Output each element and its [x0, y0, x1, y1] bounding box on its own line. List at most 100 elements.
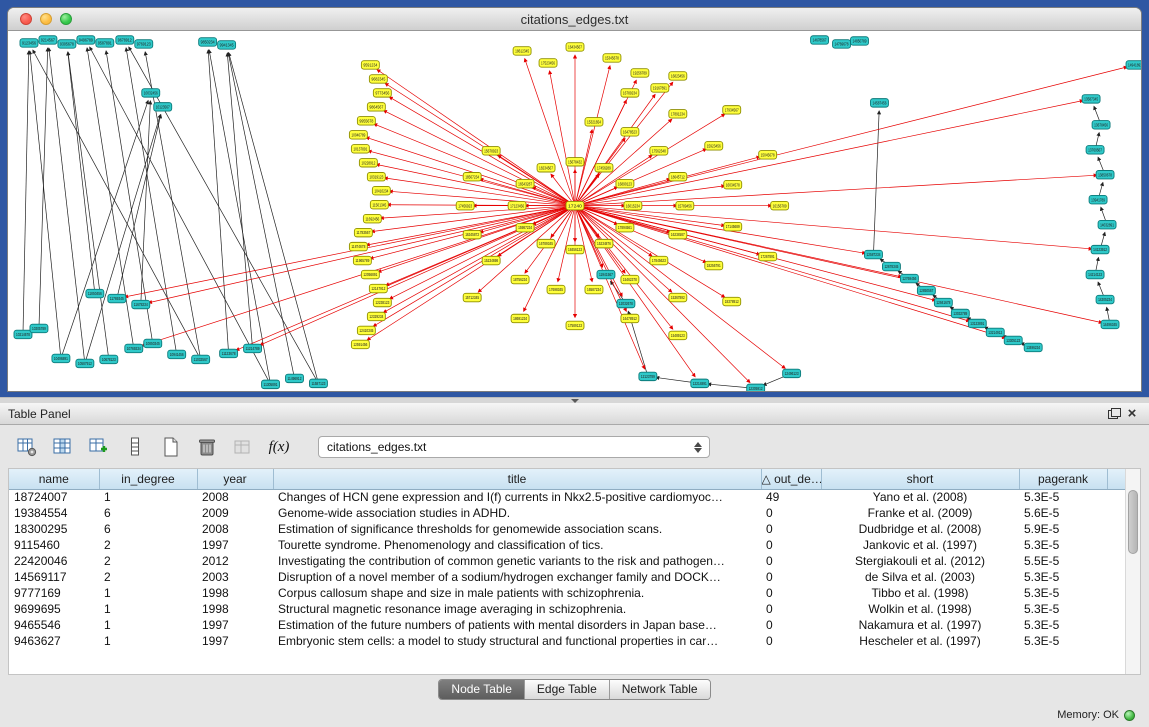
graph-node[interactable]: 12238123: [373, 298, 391, 306]
table-row[interactable]: 977716911998Corpus callosum shape and si…: [9, 585, 1125, 601]
graph-node[interactable]: 11214789: [244, 344, 262, 352]
graph-node[interactable]: 10319123: [367, 172, 385, 180]
graph-node[interactable]: 16890123: [616, 179, 634, 187]
graph-node[interactable]: 10137891: [351, 145, 369, 153]
graph-node[interactable]: 14678567: [811, 36, 829, 44]
graph-node[interactable]: 10587912: [76, 359, 94, 367]
graph-node[interactable]: 16587234: [585, 285, 603, 293]
table-row[interactable]: 911546021997Tourette syndrome. Phenomeno…: [9, 537, 1125, 553]
graph-node[interactable]: 11874678: [349, 242, 367, 250]
graph-node[interactable]: 15678923: [482, 147, 500, 155]
table-row[interactable]: 1872400712008Changes of HCN gene express…: [9, 489, 1125, 505]
graph-node[interactable]: 16823456: [669, 72, 687, 80]
graph-node[interactable]: 11678234: [132, 300, 150, 308]
graph-node[interactable]: 10850345: [144, 339, 162, 347]
graph-node[interactable]: 17145689: [724, 222, 742, 230]
graph-node[interactable]: 9773456: [373, 89, 391, 97]
graph-node[interactable]: 10496891: [52, 354, 70, 362]
graph-node[interactable]: 18234567: [537, 164, 555, 172]
tab-node-table[interactable]: Node Table: [439, 680, 524, 699]
import-table-icon[interactable]: [230, 434, 256, 460]
graph-node[interactable]: 13123891: [968, 319, 986, 327]
function-builder-icon[interactable]: f(x): [266, 434, 292, 460]
graph-node[interactable]: 15234876: [595, 239, 613, 247]
graph-node[interactable]: 13214912: [986, 328, 1004, 336]
graph-node[interactable]: 15987234: [516, 223, 534, 231]
delete-table-icon[interactable]: [194, 434, 220, 460]
graph-node[interactable]: 16345872: [463, 230, 481, 238]
network-window-titlebar[interactable]: citations_edges.txt: [8, 8, 1141, 31]
table-row[interactable]: 2242004622012Investigating the contribut…: [9, 553, 1125, 569]
graph-node[interactable]: 9864567: [367, 103, 385, 111]
graph-node[interactable]: 12591456: [351, 340, 369, 348]
graph-node[interactable]: 16543287: [516, 179, 534, 187]
column-header-in-degree[interactable]: in_degree: [99, 469, 197, 489]
graph-node[interactable]: 9123456: [20, 39, 38, 47]
table-row[interactable]: 1830029562008Estimation of significance …: [9, 521, 1125, 537]
graph-node[interactable]: 10410234: [372, 186, 390, 194]
graph-node[interactable]: 18567234: [463, 172, 481, 180]
graph-node[interactable]: 15712345: [463, 293, 481, 301]
graph-node[interactable]: 9496789: [77, 36, 95, 44]
graph-node[interactable]: 13941789: [1089, 195, 1107, 203]
graph-node[interactable]: 15345678: [603, 54, 621, 62]
network-canvas[interactable]: 9123456921456793056789496789958789196789…: [8, 31, 1141, 392]
graph-node[interactable]: 17589123: [566, 321, 584, 329]
graph-node[interactable]: 11965789: [353, 256, 371, 264]
graph-node[interactable]: 12496123: [783, 369, 801, 377]
show-columns-icon[interactable]: [50, 434, 76, 460]
graph-node[interactable]: 9678912: [116, 36, 134, 44]
graph-node[interactable]: 12410345: [357, 326, 375, 334]
graph-node[interactable]: 18378912: [723, 297, 741, 305]
graph-node[interactable]: 17562348: [650, 147, 668, 155]
create-column-icon[interactable]: [86, 434, 112, 460]
graph-node[interactable]: 19167891: [651, 84, 669, 92]
graph-node[interactable]: 11496912: [286, 374, 304, 382]
row-tools-icon[interactable]: [122, 434, 148, 460]
graph-node[interactable]: 16478523: [621, 128, 639, 136]
table-scrollbar[interactable]: [1125, 469, 1140, 674]
graph-node[interactable]: 17523456: [539, 59, 557, 67]
graph-node[interactable]: 16156789: [771, 201, 789, 209]
table-row[interactable]: 946554611997Estimation of the future num…: [9, 617, 1125, 633]
graph-node[interactable]: 12678345: [882, 262, 900, 270]
graph-node[interactable]: 12032678: [617, 299, 635, 307]
table-mode-icon[interactable]: [14, 434, 40, 460]
graph-node[interactable]: 16234587: [669, 230, 687, 238]
float-panel-icon[interactable]: [1105, 406, 1123, 422]
graph-node[interactable]: 9214567: [39, 36, 57, 44]
graph-node[interactable]: 18756234: [511, 275, 529, 283]
graph-node[interactable]: 13850678: [1096, 171, 1114, 179]
graph-node[interactable]: 10046789: [349, 131, 367, 139]
graph-node[interactable]: 14769678: [833, 40, 851, 48]
graph-node[interactable]: 17698345: [547, 285, 565, 293]
graph-node[interactable]: 11123678: [220, 349, 238, 357]
graph-node[interactable]: 19256789: [631, 69, 649, 77]
graph-node[interactable]: 17845623: [650, 256, 668, 264]
graph-node[interactable]: 15923456: [705, 142, 723, 150]
graph-node[interactable]: 18612345: [513, 47, 531, 55]
table-selector-dropdown[interactable]: citations_edges.txt: [318, 436, 710, 458]
graph-node[interactable]: 14032891: [1098, 220, 1116, 228]
graph-node[interactable]: 17456923: [456, 201, 474, 209]
column-header-pagerank[interactable]: pagerank: [1019, 469, 1107, 489]
graph-node[interactable]: 13496234: [1024, 343, 1042, 351]
tab-edge-table[interactable]: Edge Table: [524, 680, 609, 699]
graph-node[interactable]: 11692456: [363, 214, 381, 222]
graph-node[interactable]: 16434567: [566, 43, 584, 51]
graph-node[interactable]: 14123912: [1091, 245, 1109, 253]
graph-node[interactable]: 9305678: [58, 40, 76, 48]
graph-node[interactable]: 10228912: [359, 159, 377, 167]
table-row[interactable]: 1456911722003Disruption of a novel membe…: [9, 569, 1125, 585]
graph-node[interactable]: 12941678: [934, 298, 952, 306]
graph-node[interactable]: 12587234: [864, 250, 882, 258]
graph-node[interactable]: 18691234: [511, 314, 529, 322]
graph-node[interactable]: 10305789: [30, 324, 48, 332]
graph-node[interactable]: 11783567: [354, 228, 372, 236]
graph-node[interactable]: 16789234: [621, 89, 639, 97]
graph-node[interactable]: 14305234: [1096, 295, 1114, 303]
graph-node[interactable]: 10941456: [168, 350, 186, 358]
graph-node[interactable]: 11305891: [262, 380, 280, 388]
graph-node[interactable]: 17934567: [723, 106, 741, 114]
graph-node[interactable]: 11587123: [309, 379, 327, 387]
